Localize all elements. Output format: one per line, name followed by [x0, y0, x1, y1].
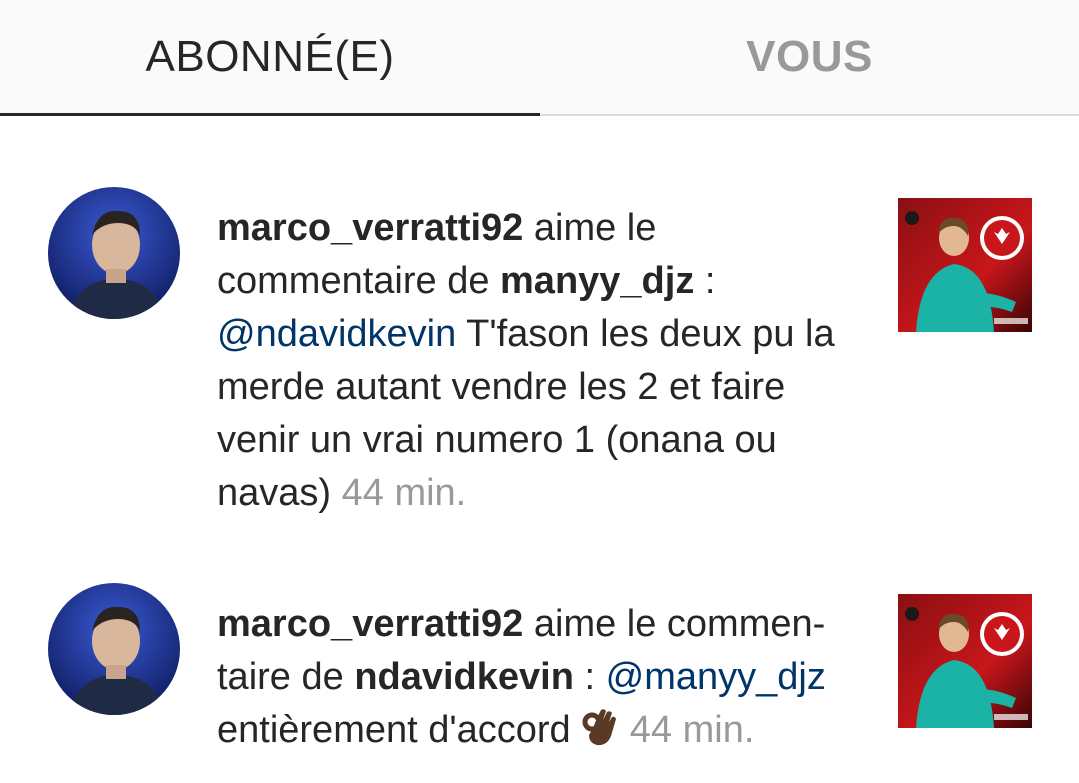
separator-text: :	[694, 260, 716, 302]
actor-username[interactable]: marco_verratti92	[217, 207, 523, 249]
tab-you[interactable]: VOUS	[540, 0, 1079, 114]
mention-link[interactable]: @manyy_djz	[606, 656, 826, 698]
activity-text: marco_verratti92 aime le commentaire de …	[217, 202, 877, 520]
mention-link[interactable]: @ndavidkevin	[217, 313, 456, 355]
actor-username[interactable]: marco_verratti92	[217, 603, 523, 645]
activity-text: marco_verratti92 aime le commen­taire de…	[217, 598, 877, 763]
post-thumbnail[interactable]	[898, 198, 1032, 332]
tab-following[interactable]: ABONNÉ(E)	[0, 0, 540, 114]
separator-text: :	[573, 656, 606, 698]
ok-hand-emoji-icon	[581, 708, 619, 763]
comment-author-username[interactable]: manyy_djz	[500, 260, 694, 302]
post-thumbnail[interactable]	[898, 594, 1032, 728]
avatar[interactable]	[48, 187, 180, 319]
timestamp: 44 min.	[341, 472, 467, 514]
comment-author-username[interactable]: ndavidkevin	[354, 656, 574, 698]
active-tab-indicator	[0, 113, 540, 116]
timestamp: 44 min.	[629, 709, 755, 751]
comment-text: entièrement d'accord	[217, 709, 582, 751]
activity-tabs: ABONNÉ(E) VOUS	[0, 0, 1079, 116]
avatar[interactable]	[48, 583, 180, 715]
